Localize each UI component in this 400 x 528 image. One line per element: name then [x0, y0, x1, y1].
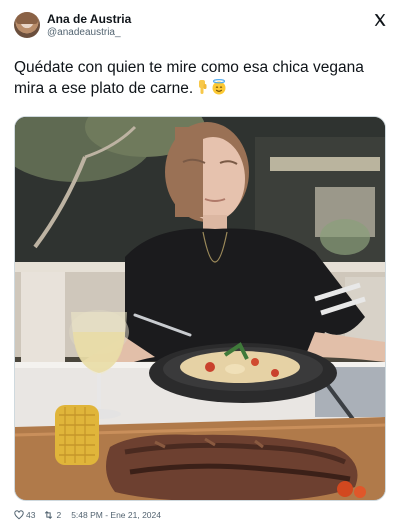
- author-name[interactable]: Ana de Austria: [47, 12, 131, 26]
- heart-icon[interactable]: [14, 510, 24, 520]
- like-count: 43: [26, 510, 36, 520]
- smiling-face-with-halo-emoji: [212, 79, 226, 95]
- author-handle[interactable]: @anadeaustria_: [47, 27, 121, 38]
- tweet-card: Ana de Austria @anadeaustria_ Quédate co…: [0, 0, 400, 528]
- tweet-footer: 43 2 5:48 PM - Ene 21, 2024: [14, 508, 161, 522]
- like-stat[interactable]: 43: [14, 510, 35, 520]
- tweet-body: Quédate con quien te mire como esa chica…: [14, 59, 364, 97]
- retweet-stat[interactable]: 2: [43, 510, 61, 520]
- tweet-timestamp[interactable]: 5:48 PM - Ene 21, 2024: [71, 510, 161, 520]
- retweet-count: 2: [56, 510, 62, 520]
- tweet-text: Quédate con quien te mire como esa chica…: [14, 57, 386, 99]
- avatar[interactable]: [14, 12, 40, 38]
- retweet-icon[interactable]: [43, 510, 54, 520]
- x-logo-icon[interactable]: [373, 13, 387, 27]
- pointing-down-hand-emoji: [199, 80, 207, 94]
- tweet-header: Ana de Austria @anadeaustria_: [14, 10, 388, 44]
- photo-scene: [15, 117, 385, 500]
- tweet-photo[interactable]: [14, 116, 386, 501]
